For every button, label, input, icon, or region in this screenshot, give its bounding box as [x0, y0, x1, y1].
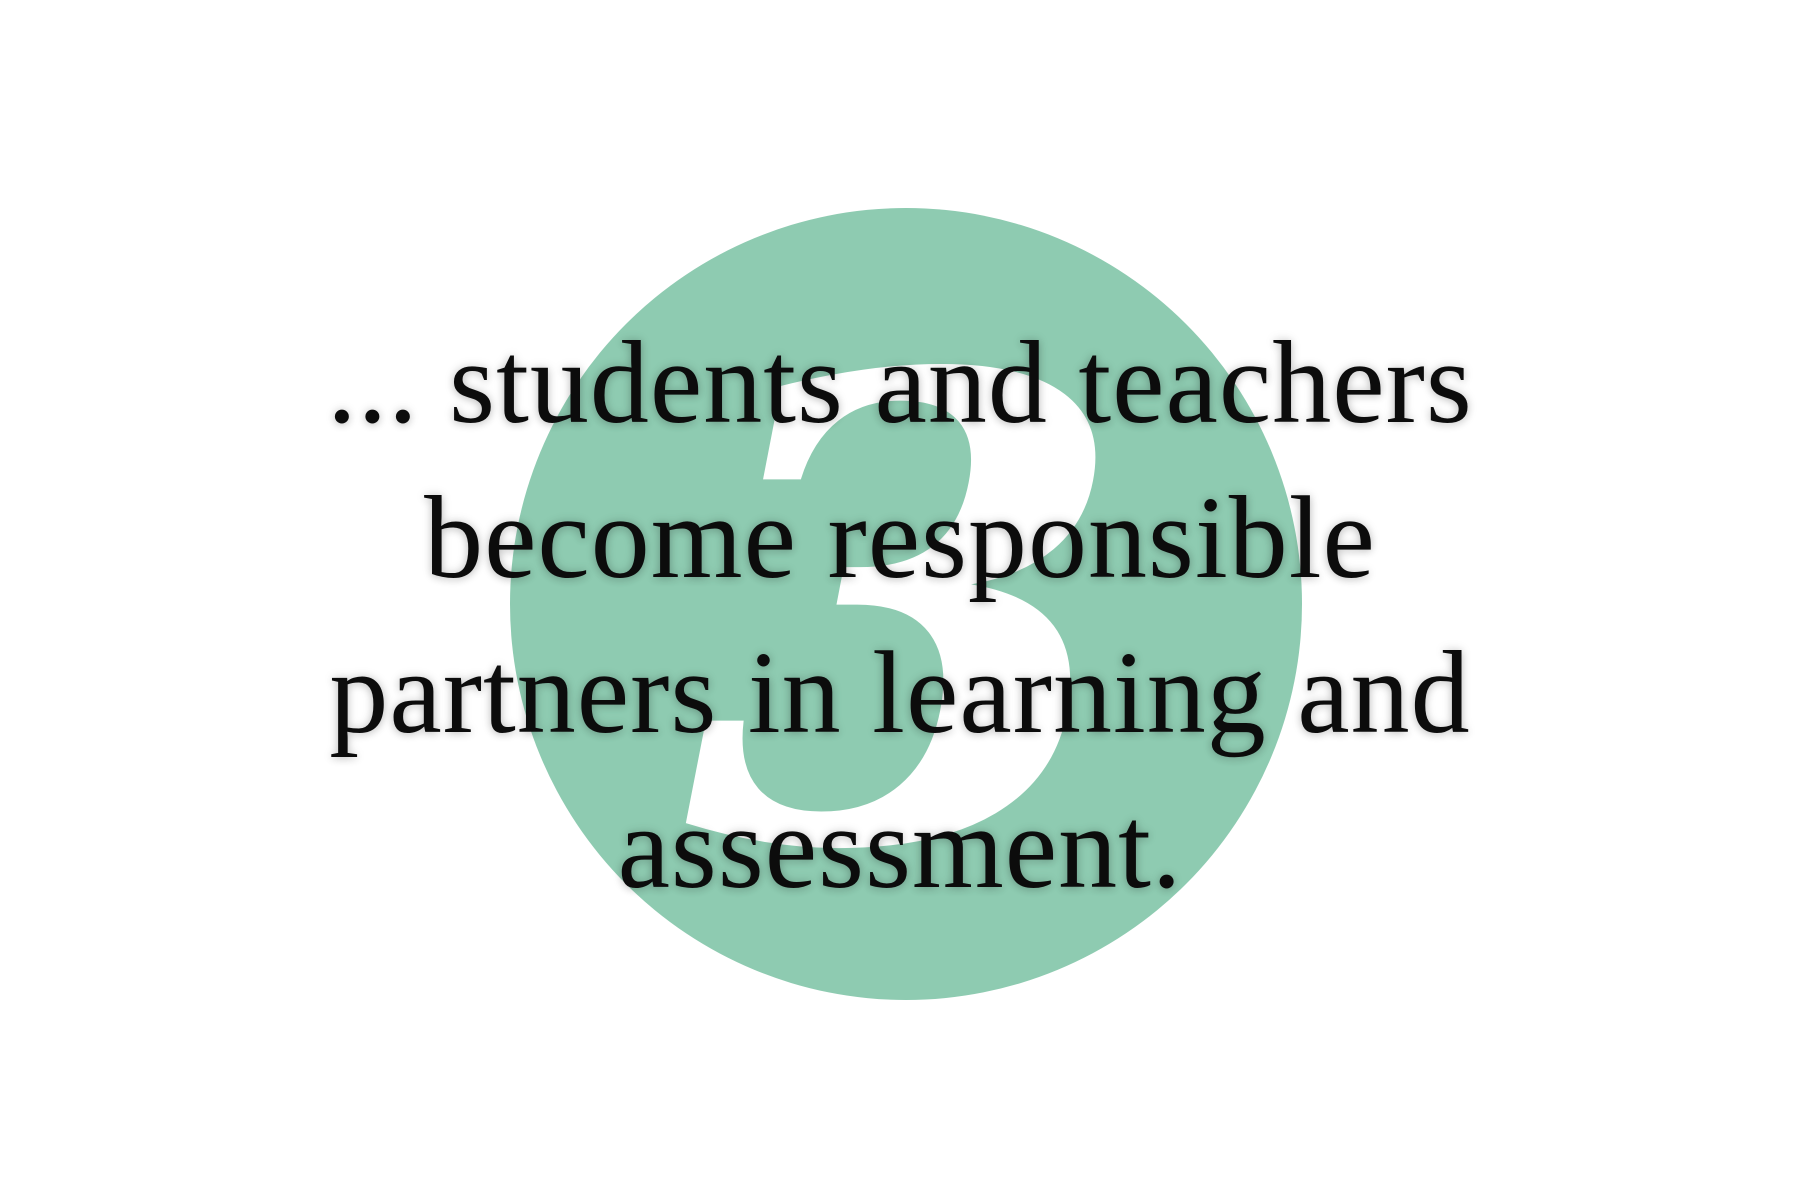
- quote-line-1: ... students and teachers: [327, 317, 1473, 448]
- quote-text: ... students and teachers become respons…: [60, 305, 1740, 925]
- quote-line-4: assessment.: [617, 782, 1183, 913]
- quote-line-2: become responsible: [424, 472, 1376, 603]
- slide-canvas: 3 ... students and teachers become respo…: [0, 0, 1800, 1200]
- quote-line-3: partners in learning and: [329, 627, 1471, 758]
